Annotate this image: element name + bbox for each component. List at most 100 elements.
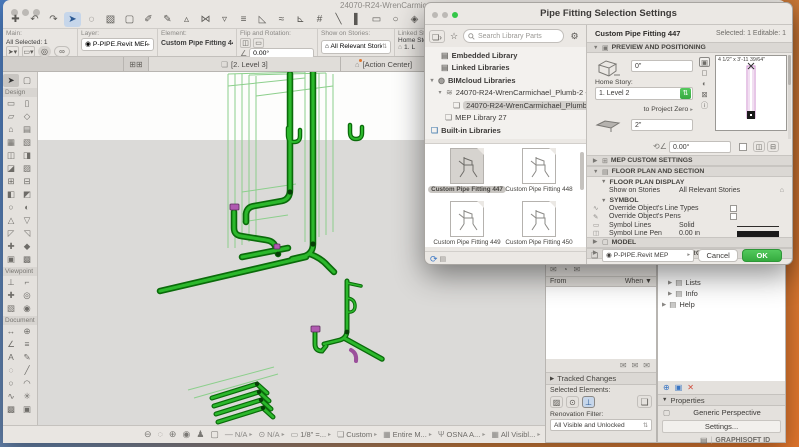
section-mep-custom[interactable]: ▶ ⊞ MEP CUSTOM SETTINGS: [587, 155, 792, 166]
mirror-y-button[interactable]: ⊟: [767, 141, 779, 152]
tree-item-mep-library[interactable]: ❏ MEP Library 27: [425, 112, 586, 125]
tree-item-cloud-library[interactable]: ▾≋24070-R24-WrenCarmichael_Plumb-2 - 202…: [425, 87, 586, 100]
design-tool-icon[interactable]: ▩: [19, 253, 35, 266]
toolbar-icon[interactable]: ▌: [349, 12, 366, 27]
document-tool-icon[interactable]: ≡: [19, 338, 35, 351]
nav-item-lists[interactable]: ▶ ▤ Lists: [658, 277, 785, 288]
preview-3d-icon[interactable]: ◐: [699, 79, 710, 89]
toolbar-icon[interactable]: ○: [387, 12, 404, 27]
reload-libraries-icon[interactable]: ⟳: [430, 254, 438, 265]
document-tool-icon[interactable]: ◌: [3, 364, 19, 377]
viewpoint-tool-icon[interactable]: ⌐: [19, 276, 35, 289]
lock-filter-button[interactable]: ⊙: [566, 395, 579, 408]
printer-icon[interactable]: ▤: [700, 436, 708, 445]
toolbox-section-design[interactable]: Design: [3, 88, 37, 97]
library-scrollbar[interactable]: [580, 152, 584, 190]
document-tool-icon[interactable]: ▩: [3, 403, 19, 416]
quick-option[interactable]: ▦ Entire M... ▸: [383, 430, 432, 439]
design-tool-icon[interactable]: ◪: [3, 162, 19, 175]
mail-send-icon[interactable]: ✉: [574, 265, 581, 274]
design-tool-icon[interactable]: ◆: [19, 240, 35, 253]
toolbar-icon[interactable]: ▢: [121, 12, 138, 27]
mail-reply-icon[interactable]: ✉: [620, 361, 627, 370]
toolbar-icon[interactable]: ◈: [406, 12, 423, 27]
view-control-icon[interactable]: ♟: [196, 429, 204, 440]
document-tool-icon[interactable]: ◠: [19, 377, 35, 390]
ok-button[interactable]: OK: [742, 248, 783, 262]
toolbar-icon[interactable]: ▵: [178, 12, 195, 27]
override-pens-checkbox[interactable]: [730, 213, 737, 221]
show-on-stories-row[interactable]: Show on Stories All Relevant Stories ⌂: [587, 186, 792, 196]
document-tool-icon[interactable]: ∿: [3, 390, 19, 403]
library-item-450[interactable]: Custom Pipe Fitting 450: [503, 201, 575, 251]
document-tool-icon[interactable]: ✳: [19, 390, 35, 403]
tree-item-linked[interactable]: ▤ Linked Libraries: [425, 62, 586, 75]
quick-option[interactable]: ❏ Custom ▸: [337, 430, 377, 439]
design-tool-icon[interactable]: ▦: [3, 136, 19, 149]
design-tool-icon[interactable]: ✚: [3, 240, 19, 253]
floor-plan-display-header[interactable]: ▼ FLOOR PLAN DISPLAY: [587, 177, 792, 186]
toolbar-icon[interactable]: ◌: [83, 12, 100, 27]
document-tool-icon[interactable]: ╱: [19, 364, 35, 377]
quick-option[interactable]: Ψ OSNA A... ▸: [438, 430, 485, 439]
quick-option[interactable]: ▦ All Visibl... ▸: [491, 430, 540, 439]
view-control-icon[interactable]: ⊖: [144, 429, 152, 440]
toolbar-icon[interactable]: ✎: [159, 12, 176, 27]
folder-view-button[interactable]: ❏›: [429, 29, 445, 43]
properties-bar[interactable]: ▼ Properties: [658, 394, 785, 406]
preview-elevation-icon[interactable]: ◻: [699, 68, 710, 78]
folder-button[interactable]: ❏: [637, 395, 652, 408]
tab-level-3[interactable]: ❏ [2. Level 3]: [149, 57, 341, 71]
toolbar-icon[interactable]: ⋈: [197, 12, 214, 27]
delete-view-icon[interactable]: ✕: [687, 383, 694, 392]
toolbox-section-document[interactable]: Document: [3, 316, 37, 325]
dialog-close-icon[interactable]: [432, 12, 438, 18]
design-tool-icon[interactable]: ◩: [19, 188, 35, 201]
hatch-filter-button[interactable]: ▨: [550, 395, 563, 408]
nav-item-info[interactable]: ▶ ▤ Info: [658, 288, 785, 299]
design-tool-icon[interactable]: ◧: [3, 188, 19, 201]
library-item-447[interactable]: Custom Pipe Fitting 447: [428, 148, 506, 198]
viewpoint-tool-icon[interactable]: ◉: [19, 302, 35, 315]
viewpoint-tool-icon[interactable]: ⊥: [3, 276, 19, 289]
design-tool-icon[interactable]: ◹: [19, 227, 35, 240]
mail-icon[interactable]: ✉: [550, 265, 557, 274]
design-tool-icon[interactable]: ◇: [19, 110, 35, 123]
toolbar-icon[interactable]: ↷: [45, 12, 62, 27]
toolbar-icon[interactable]: ⊾: [292, 12, 309, 27]
view-control-icon[interactable]: ▢: [210, 429, 219, 440]
design-tool-icon[interactable]: ▤: [19, 123, 35, 136]
preview-info-icon[interactable]: ⓘ: [699, 101, 710, 111]
section-floor-plan[interactable]: ▼ ▤ FLOOR PLAN AND SECTION: [587, 166, 792, 177]
view-control-icon[interactable]: ◌: [158, 429, 163, 440]
design-tool-icon[interactable]: ⌂: [3, 123, 19, 136]
document-tool-icon[interactable]: ∠: [3, 338, 19, 351]
mail-open-icon[interactable]: ✉: [632, 361, 639, 370]
tab-overview-icon[interactable]: ⊞⊞: [123, 57, 149, 71]
document-tool-icon[interactable]: ✎: [19, 351, 35, 364]
mail-new-icon[interactable]: ✉: [643, 361, 650, 370]
favorites-star-icon[interactable]: ☆: [448, 30, 460, 43]
document-tool-icon[interactable]: A: [3, 351, 19, 364]
document-tool-icon[interactable]: ▣: [19, 403, 35, 416]
toolbar-icon[interactable]: ◺: [254, 12, 271, 27]
design-tool-icon[interactable]: ▽: [19, 214, 35, 227]
document-tool-icon[interactable]: ↔: [3, 325, 19, 338]
glasses-button[interactable]: ∞: [54, 46, 70, 57]
tracked-changes-bar[interactable]: ▶ Tracked Changes: [546, 372, 656, 385]
marquee-icon[interactable]: ▢: [19, 74, 35, 87]
toolbar-icon[interactable]: ▿: [216, 12, 233, 27]
pen-color-swatch[interactable]: [737, 230, 779, 237]
symbol-lines-row[interactable]: ▭ Symbol Lines Solid: [587, 221, 792, 230]
toolbar-icon[interactable]: ╲: [330, 12, 347, 27]
dialog-layer-dropdown[interactable]: ◉ P-PIPE.Revit MEP ▸: [602, 248, 695, 262]
top-offset-field[interactable]: 0": [631, 60, 693, 72]
override-pens-row[interactable]: ✎ Override Object's Pens: [587, 213, 792, 222]
toolbox-section-viewpoint[interactable]: Viewpoint: [3, 267, 37, 276]
toolbar-icon[interactable]: ▧: [102, 12, 119, 27]
clock-icon[interactable]: ◔: [563, 265, 568, 274]
toolbar-icon[interactable]: #: [311, 12, 328, 27]
library-item-448[interactable]: Custom Pipe Fitting 448: [503, 148, 575, 198]
design-tool-icon[interactable]: ◫: [3, 149, 19, 162]
nav-item-help[interactable]: ▶ ▤ Help: [658, 299, 785, 310]
